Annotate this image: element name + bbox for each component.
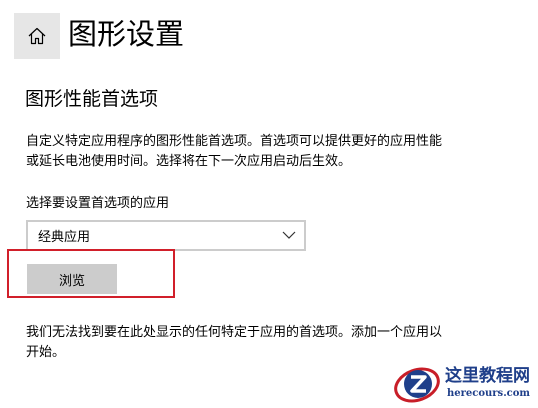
section-description: 自定义特定应用程序的图形性能首选项。首选项可以提供更好的应用性能 或延长电池使用… [26, 132, 506, 172]
watermark-logo-icon [394, 367, 440, 403]
browse-button[interactable]: 浏览 [27, 264, 117, 294]
site-watermark: 这里教程网 herecours.com [392, 362, 538, 408]
home-button[interactable] [14, 13, 60, 59]
page-title: 图形设置 [68, 17, 185, 51]
empty-message-line: 开始。 [26, 345, 66, 360]
watermark-name: 这里教程网 [445, 366, 530, 386]
watermark-url: herecours.com [447, 388, 531, 399]
empty-message-line: 我们无法找到要在此处显示的任何特定于应用的首选项。添加一个应用以 [26, 325, 443, 340]
app-select-label: 选择要设置首选项的应用 [26, 196, 170, 211]
description-line: 自定义特定应用程序的图形性能首选项。首选项可以提供更好的应用性能 [26, 134, 443, 149]
empty-preferences-message: 我们无法找到要在此处显示的任何特定于应用的首选项。添加一个应用以 开始。 [26, 323, 506, 363]
home-icon [28, 27, 46, 45]
app-type-select-value: 经典应用 [38, 230, 91, 245]
chevron-down-icon [282, 231, 296, 239]
description-line: 或延长电池使用时间。选择将在下一次应用启动后生效。 [26, 154, 352, 169]
app-type-select[interactable]: 经典应用 [26, 220, 306, 251]
section-heading: 图形性能首选项 [25, 88, 159, 110]
